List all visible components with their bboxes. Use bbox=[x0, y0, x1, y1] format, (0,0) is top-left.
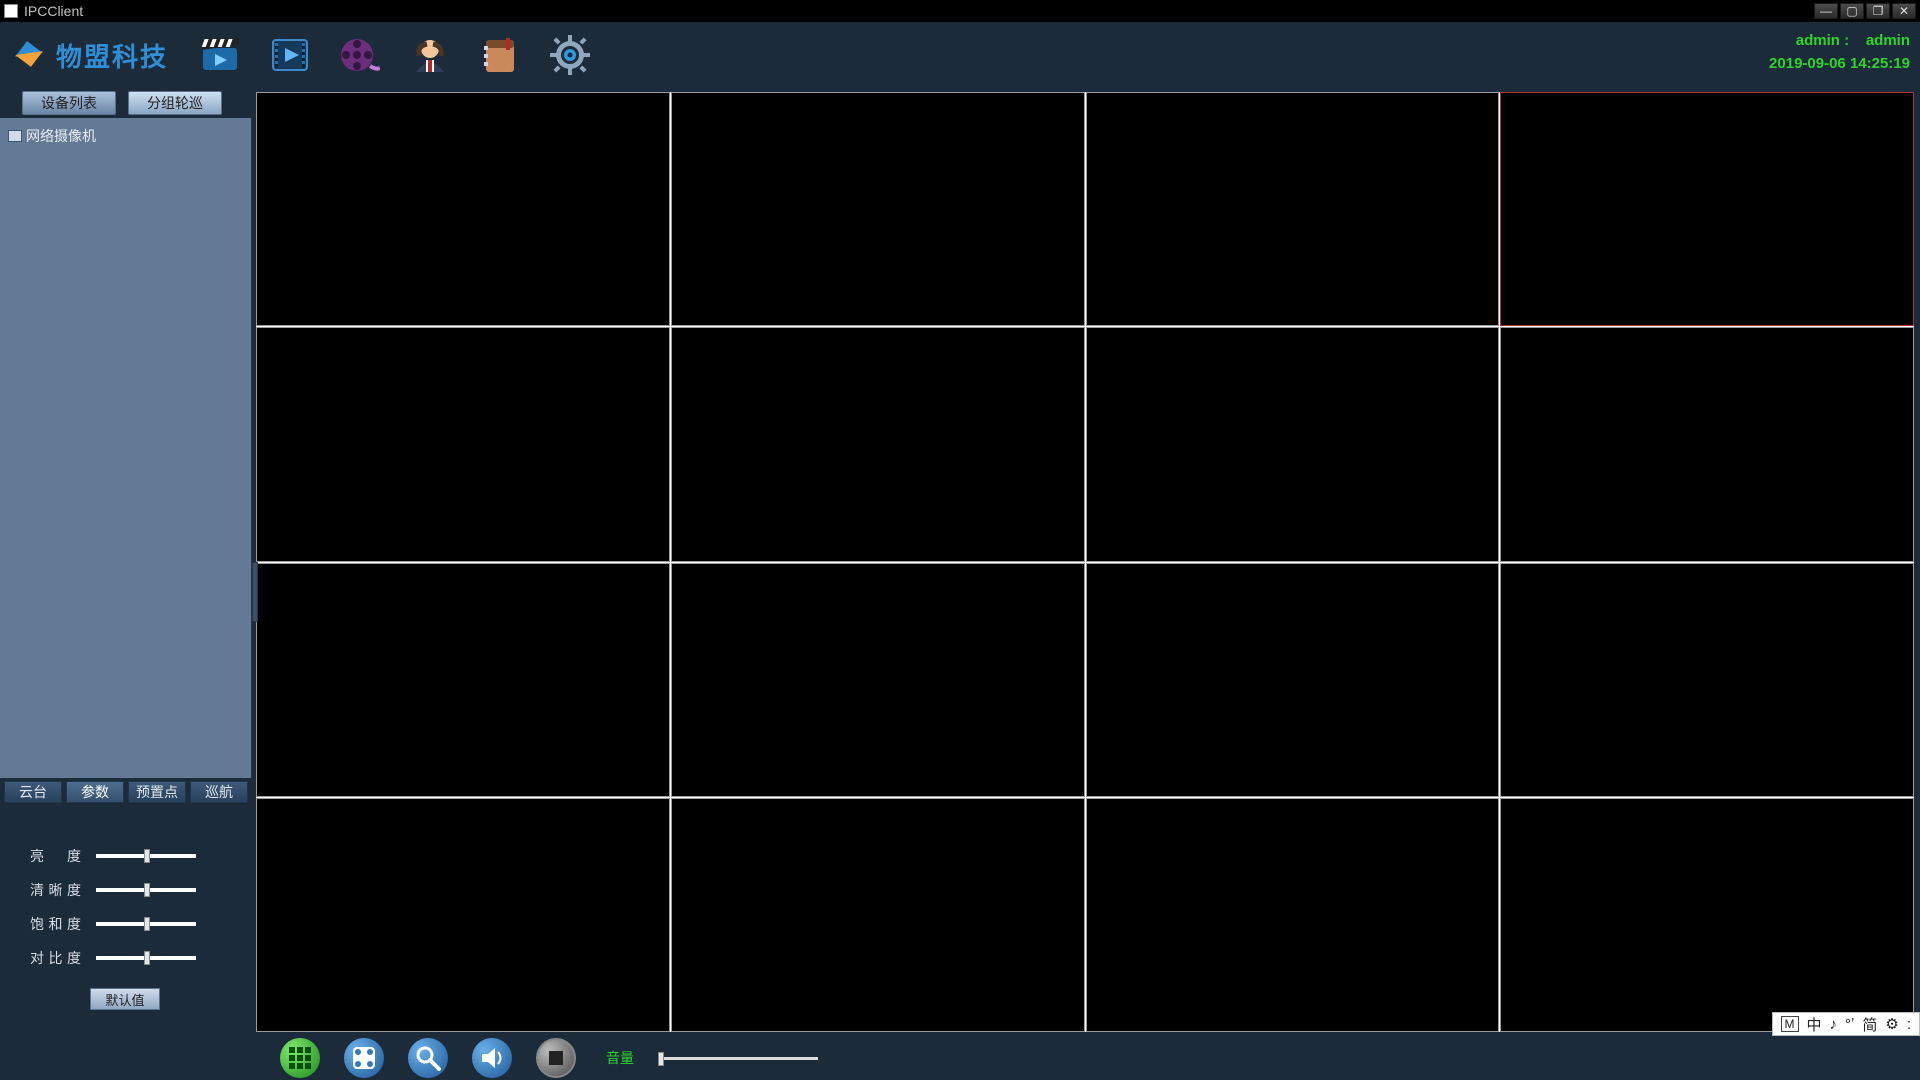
video-cell[interactable] bbox=[1086, 563, 1500, 797]
volume-label: 音量 bbox=[606, 1048, 634, 1068]
user-name: admin bbox=[1866, 32, 1910, 49]
audio-talk-button[interactable] bbox=[472, 1038, 512, 1078]
layout-grid-button[interactable] bbox=[280, 1038, 320, 1078]
tab-device-list[interactable]: 设备列表 bbox=[22, 91, 116, 115]
video-cell[interactable] bbox=[671, 798, 1085, 1032]
param-contrast: 对比度 bbox=[30, 948, 236, 968]
saturation-slider[interactable] bbox=[96, 922, 196, 926]
sidebar-splitter[interactable] bbox=[252, 562, 258, 622]
user-label: admin : bbox=[1796, 32, 1849, 49]
tab-group-tour[interactable]: 分组轮巡 bbox=[128, 91, 222, 115]
brand-logo-icon bbox=[8, 35, 48, 75]
param-label: 亮 度 bbox=[30, 846, 82, 866]
video-cell[interactable] bbox=[1086, 798, 1500, 1032]
param-label: 对比度 bbox=[30, 948, 82, 968]
param-label: 清晰度 bbox=[30, 880, 82, 900]
ime-mode-icon[interactable]: M bbox=[1781, 1016, 1799, 1032]
play-file-icon[interactable] bbox=[268, 33, 312, 77]
ime-sound-icon[interactable]: ♪ bbox=[1830, 1016, 1838, 1033]
param-label: 饱和度 bbox=[30, 914, 82, 934]
sharpness-slider[interactable] bbox=[96, 888, 196, 892]
window-titlebar: IPCClient — ▢ ❐ ✕ bbox=[0, 0, 1920, 22]
tab-params[interactable]: 参数 bbox=[66, 781, 124, 803]
defaults-button[interactable]: 默认值 bbox=[90, 988, 160, 1010]
video-cell[interactable] bbox=[1500, 327, 1914, 561]
gear-eye-icon[interactable] bbox=[548, 33, 592, 77]
sidebar-bottom-tabs: 云台 参数 预置点 巡航 bbox=[0, 778, 252, 806]
video-cell[interactable] bbox=[1500, 798, 1914, 1032]
ime-lang[interactable]: 中 bbox=[1807, 1014, 1822, 1035]
brand: 物盟科技 bbox=[8, 35, 168, 75]
brightness-slider[interactable] bbox=[96, 854, 196, 858]
video-cell[interactable] bbox=[256, 563, 670, 797]
layout-switch-button[interactable] bbox=[344, 1038, 384, 1078]
video-cell[interactable] bbox=[1086, 92, 1500, 326]
volume-slider[interactable] bbox=[658, 1057, 818, 1060]
probe-button[interactable] bbox=[408, 1038, 448, 1078]
ime-bar[interactable]: M 中 ♪ °ʼ 简 ⚙ : bbox=[1772, 1012, 1920, 1036]
maximize-button[interactable]: ▢ bbox=[1840, 3, 1864, 19]
param-panel: 亮 度 清晰度 饱和度 对比度 默认值 bbox=[0, 806, 252, 1036]
video-grid bbox=[256, 92, 1914, 1032]
app-header: 物盟科技 admin : admin 2019-09-06 14:25:19 bbox=[0, 22, 1920, 88]
tab-ptz[interactable]: 云台 bbox=[4, 781, 62, 803]
video-cell[interactable] bbox=[671, 563, 1085, 797]
ime-extra[interactable]: : bbox=[1907, 1016, 1911, 1033]
video-cell[interactable] bbox=[671, 327, 1085, 561]
device-tree[interactable]: 网络摄像机 bbox=[0, 118, 252, 778]
video-cell[interactable] bbox=[1500, 92, 1914, 326]
video-cell[interactable] bbox=[1086, 327, 1500, 561]
video-cell[interactable] bbox=[671, 92, 1085, 326]
restore-button[interactable]: ❐ bbox=[1866, 3, 1890, 19]
main-toolbar bbox=[198, 33, 592, 77]
tree-root-label: 网络摄像机 bbox=[26, 126, 96, 146]
tab-presets[interactable]: 预置点 bbox=[128, 781, 186, 803]
video-cell[interactable] bbox=[256, 327, 670, 561]
status-datetime: 2019-09-06 14:25:19 bbox=[1769, 53, 1910, 76]
param-sharpness: 清晰度 bbox=[30, 880, 236, 900]
tree-root-item[interactable]: 网络摄像机 bbox=[4, 124, 247, 148]
status-block: admin : admin 2019-09-06 14:25:19 bbox=[1769, 30, 1910, 75]
app-icon bbox=[4, 4, 18, 18]
video-grid-container bbox=[252, 88, 1920, 1036]
ime-punct[interactable]: °ʼ bbox=[1845, 1016, 1854, 1033]
video-cell[interactable] bbox=[256, 92, 670, 326]
bottom-toolbar: 音量 bbox=[0, 1036, 1920, 1080]
param-brightness: 亮 度 bbox=[30, 846, 236, 866]
sidebar-top-tabs: 设备列表 分组轮巡 bbox=[0, 88, 252, 118]
stop-all-button[interactable] bbox=[536, 1038, 576, 1078]
notebook-icon[interactable] bbox=[478, 33, 522, 77]
brand-name: 物盟科技 bbox=[56, 37, 168, 74]
minimize-button[interactable]: — bbox=[1814, 3, 1838, 19]
clapper-icon[interactable] bbox=[198, 33, 242, 77]
ime-settings-icon[interactable]: ⚙ bbox=[1885, 1015, 1898, 1033]
param-saturation: 饱和度 bbox=[30, 914, 236, 934]
video-cell[interactable] bbox=[1500, 563, 1914, 797]
film-reel-icon[interactable] bbox=[338, 33, 382, 77]
window-title: IPCClient bbox=[24, 3, 83, 19]
close-button[interactable]: ✕ bbox=[1892, 3, 1916, 19]
camera-group-icon bbox=[8, 130, 22, 142]
video-cell[interactable] bbox=[256, 798, 670, 1032]
user-icon[interactable] bbox=[408, 33, 452, 77]
ime-simp[interactable]: 简 bbox=[1862, 1014, 1877, 1035]
sidebar: 设备列表 分组轮巡 网络摄像机 云台 参数 预置点 巡航 亮 度 清晰度 bbox=[0, 88, 252, 1036]
tab-cruise[interactable]: 巡航 bbox=[190, 781, 248, 803]
contrast-slider[interactable] bbox=[96, 956, 196, 960]
